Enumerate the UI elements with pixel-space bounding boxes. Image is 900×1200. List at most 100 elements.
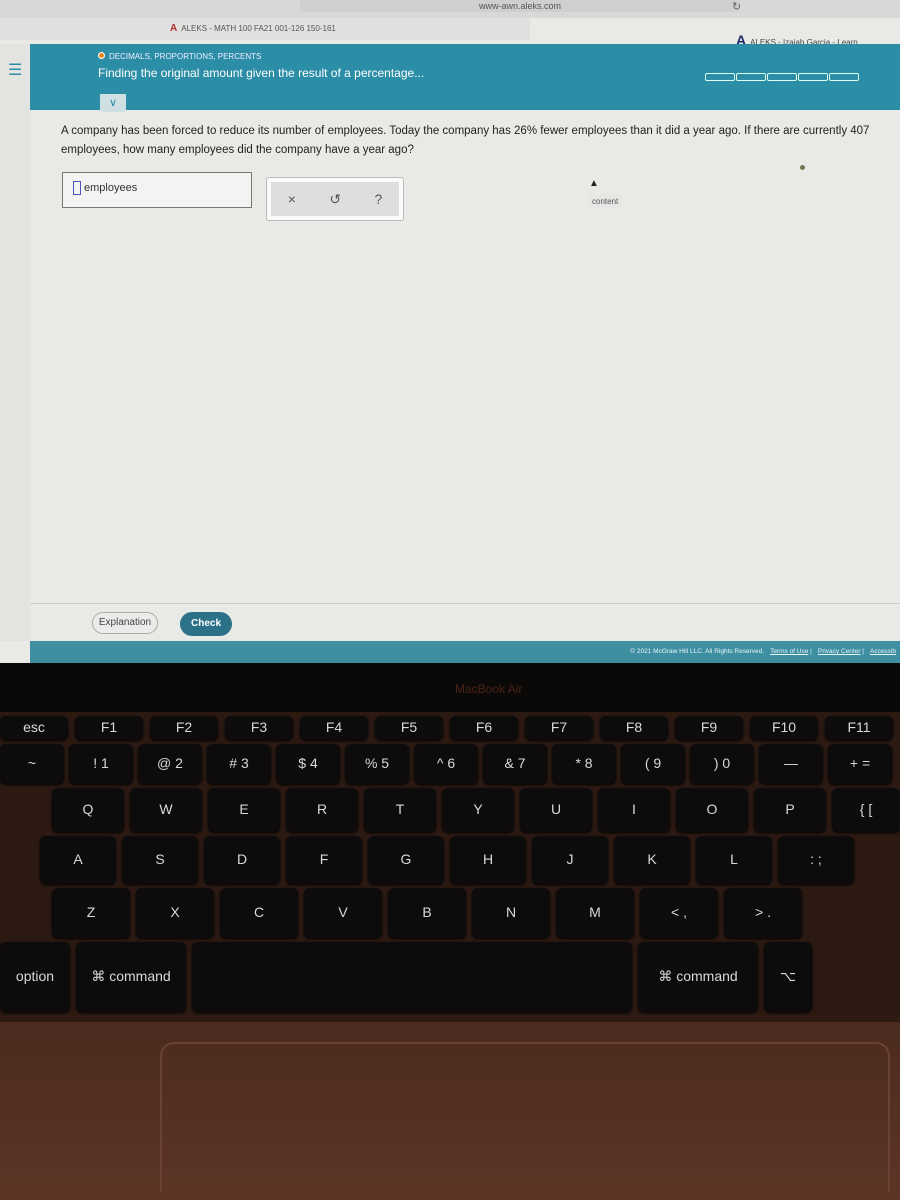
- key-number_row-8[interactable]: * 8: [552, 744, 616, 784]
- reload-icon[interactable]: ↻: [732, 0, 741, 13]
- key-number_row-10[interactable]: ) 0: [690, 744, 754, 784]
- undo-icon[interactable]: ↺: [329, 191, 341, 208]
- key-a_row-1[interactable]: S: [122, 836, 198, 884]
- key-a_row-8[interactable]: L: [696, 836, 772, 884]
- key-number_row-3[interactable]: # 3: [207, 744, 271, 784]
- key-z_row-6[interactable]: M: [556, 888, 634, 938]
- terms-link[interactable]: Terms of Use: [770, 648, 808, 655]
- key-z_row-5[interactable]: N: [472, 888, 550, 938]
- footer: © 2021 McGraw Hill LLC. All Rights Reser…: [30, 641, 900, 663]
- answer-field-cursor[interactable]: [73, 181, 81, 195]
- key-a_row-6[interactable]: J: [532, 836, 608, 884]
- key-fn_row-11[interactable]: F11: [825, 716, 893, 740]
- key-bottom_row-4[interactable]: ⌥: [764, 942, 812, 1012]
- progress-segment: [767, 73, 797, 81]
- key-z_row-0[interactable]: Z: [52, 888, 130, 938]
- check-button[interactable]: Check: [180, 612, 232, 636]
- topic-label: DECIMALS, PROPORTIONS, PERCENTS: [109, 52, 262, 61]
- key-q_row-2[interactable]: E: [208, 788, 280, 832]
- progress-segment: [736, 73, 766, 81]
- key-bottom_row-0[interactable]: option: [0, 942, 70, 1012]
- key-z_row-8[interactable]: > .: [724, 888, 802, 938]
- progress-segment: [829, 73, 859, 81]
- laptop-brand: MacBook Air: [455, 682, 523, 696]
- answer-tools: × ↺ ?: [266, 177, 404, 221]
- hamburger-menu-icon[interactable]: ☰: [8, 60, 22, 80]
- key-fn_row-5[interactable]: F5: [375, 716, 443, 740]
- key-fn_row-10[interactable]: F10: [750, 716, 818, 740]
- key-bottom_row-3[interactable]: ⌘ command: [638, 942, 758, 1012]
- key-fn_row-9[interactable]: F9: [675, 716, 743, 740]
- indicator-dot: [800, 165, 805, 170]
- key-a_row-7[interactable]: K: [614, 836, 690, 884]
- expand-chevron-down-icon[interactable]: ∨: [100, 94, 126, 112]
- lesson-title: Finding the original amount given the re…: [98, 66, 425, 80]
- key-fn_row-2[interactable]: F2: [150, 716, 218, 740]
- key-q_row-9[interactable]: P: [754, 788, 826, 832]
- key-a_row-4[interactable]: G: [368, 836, 444, 884]
- key-bottom_row-2[interactable]: [192, 942, 632, 1012]
- key-bottom_row-1[interactable]: ⌘ command: [76, 942, 186, 1012]
- key-q_row-7[interactable]: I: [598, 788, 670, 832]
- browser-tab-course[interactable]: A ALEKS - MATH 100 FA21 001-126 150-161: [0, 18, 530, 40]
- key-number_row-11[interactable]: —: [759, 744, 823, 784]
- key-q_row-0[interactable]: Q: [52, 788, 124, 832]
- aleks-logo-icon: A: [170, 23, 178, 34]
- key-number_row-1[interactable]: ! 1: [69, 744, 133, 784]
- key-number_row-7[interactable]: & 7: [483, 744, 547, 784]
- laptop-screen: www-awn.aleks.com ↻ A ALEKS - MATH 100 FA2…: [0, 0, 900, 668]
- key-fn_row-6[interactable]: F6: [450, 716, 518, 740]
- key-number_row-5[interactable]: % 5: [345, 744, 409, 784]
- tab-label: ALEKS - MATH 100 FA21 001-126 150-161: [181, 24, 336, 33]
- key-z_row-7[interactable]: < ,: [640, 888, 718, 938]
- key-fn_row-1[interactable]: F1: [75, 716, 143, 740]
- clear-icon[interactable]: ×: [288, 191, 296, 207]
- key-z_row-2[interactable]: C: [220, 888, 298, 938]
- key-q_row-6[interactable]: U: [520, 788, 592, 832]
- key-a_row-0[interactable]: A: [40, 836, 116, 884]
- key-z_row-3[interactable]: V: [304, 888, 382, 938]
- help-icon[interactable]: ?: [374, 191, 382, 207]
- topic-name: DECIMALS, PROPORTIONS, PERCENTS: [98, 52, 261, 61]
- key-number_row-4[interactable]: $ 4: [276, 744, 340, 784]
- key-fn_row-4[interactable]: F4: [300, 716, 368, 740]
- url-field[interactable]: www-awn.aleks.com: [300, 0, 740, 12]
- question-text: A company has been forced to reduce its …: [61, 125, 870, 156]
- screen-bezel: [0, 663, 900, 715]
- key-number_row-2[interactable]: @ 2: [138, 744, 202, 784]
- key-number_row-6[interactable]: ^ 6: [414, 744, 478, 784]
- key-a_row-5[interactable]: H: [450, 836, 526, 884]
- key-q_row-5[interactable]: Y: [442, 788, 514, 832]
- privacy-link[interactable]: Privacy Center: [818, 648, 861, 655]
- key-number_row-9[interactable]: ( 9: [621, 744, 685, 784]
- tooltip: content: [588, 195, 623, 208]
- key-q_row-10[interactable]: { [: [832, 788, 900, 832]
- key-fn_row-3[interactable]: F3: [225, 716, 293, 740]
- key-a_row-3[interactable]: F: [286, 836, 362, 884]
- topic-header: DECIMALS, PROPORTIONS, PERCENTS Finding …: [30, 44, 900, 110]
- action-bar: Explanation Check: [30, 603, 900, 637]
- key-fn_row-0[interactable]: esc: [0, 716, 68, 740]
- key-z_row-1[interactable]: X: [136, 888, 214, 938]
- key-a_row-2[interactable]: D: [204, 836, 280, 884]
- answer-input[interactable]: employees: [62, 172, 252, 208]
- key-q_row-4[interactable]: T: [364, 788, 436, 832]
- topic-status-dot-icon: [98, 52, 105, 59]
- key-q_row-8[interactable]: O: [676, 788, 748, 832]
- trackpad[interactable]: [160, 1042, 890, 1192]
- key-a_row-9[interactable]: : ;: [778, 836, 854, 884]
- key-q_row-3[interactable]: R: [286, 788, 358, 832]
- progress-bar: [705, 73, 860, 81]
- accessibility-link[interactable]: Accessib: [870, 648, 896, 655]
- browser-address-bar[interactable]: www-awn.aleks.com ↻: [0, 0, 900, 18]
- key-z_row-4[interactable]: B: [388, 888, 466, 938]
- key-number_row-0[interactable]: ~: [0, 744, 64, 784]
- side-menu: ☰: [0, 44, 30, 641]
- answer-unit: employees: [84, 181, 138, 194]
- explanation-button[interactable]: Explanation: [92, 612, 158, 634]
- key-number_row-12[interactable]: + =: [828, 744, 892, 784]
- key-fn_row-7[interactable]: F7: [525, 716, 593, 740]
- key-q_row-1[interactable]: W: [130, 788, 202, 832]
- progress-segment: [798, 73, 828, 81]
- key-fn_row-8[interactable]: F8: [600, 716, 668, 740]
